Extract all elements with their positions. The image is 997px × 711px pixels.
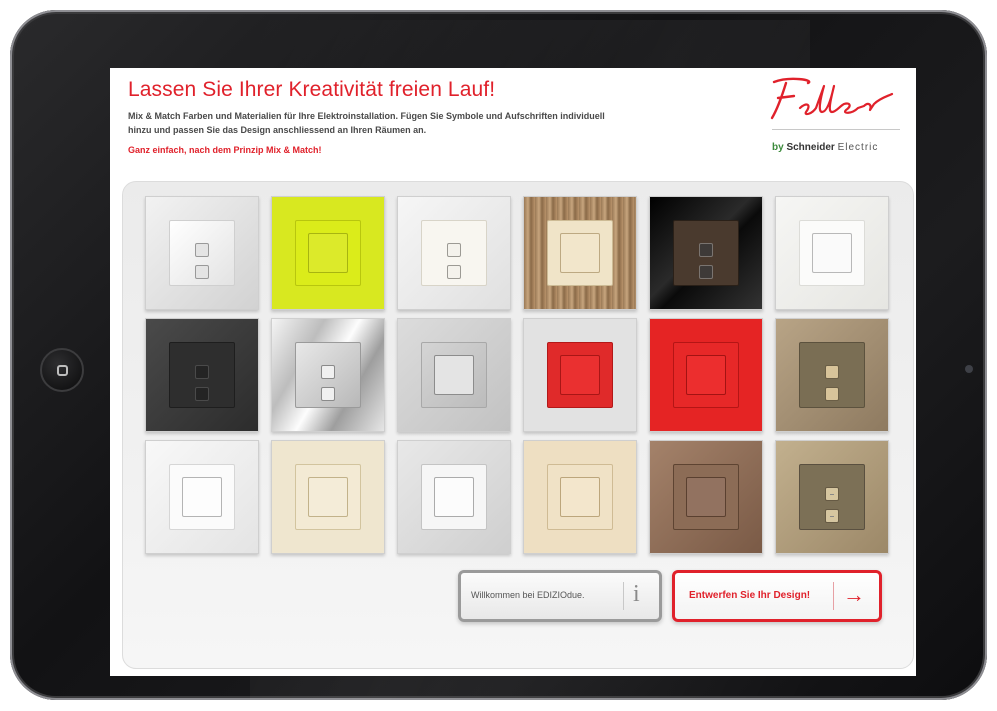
- switch-tile-1[interactable]: [145, 196, 259, 310]
- logo-by: by: [772, 142, 784, 153]
- switch-tile-3[interactable]: [397, 196, 511, 310]
- feller-wordmark-icon: [770, 77, 894, 120]
- switch-tile-13[interactable]: [145, 440, 259, 554]
- switch-tile-5[interactable]: [649, 196, 763, 310]
- switch-rocker: [434, 355, 474, 395]
- switch-button: [825, 509, 839, 523]
- switch-tile-6[interactable]: [775, 196, 889, 310]
- switch-button: [825, 365, 839, 379]
- switch-plate: [799, 464, 865, 530]
- feller-logo: by Schneider Electric: [760, 74, 900, 154]
- intro-line-2: hinzu und passen Sie das Design anschlie…: [128, 125, 427, 135]
- switch-plate: [799, 220, 865, 286]
- info-icon: i: [633, 581, 640, 607]
- switch-button: [321, 365, 335, 379]
- home-button-icon[interactable]: [40, 348, 84, 392]
- design-button[interactable]: Entwerfen Sie Ihr Design! →: [672, 570, 882, 622]
- page-headline: Lassen Sie Ihrer Kreativität freien Lauf…: [128, 78, 496, 101]
- switch-rocker: [686, 477, 726, 517]
- switch-plate: [547, 220, 613, 286]
- switch-button: [447, 243, 461, 257]
- switch-tile-7[interactable]: [145, 318, 259, 432]
- welcome-button-label: Willkommen bei EDIZIOdue.: [471, 590, 585, 600]
- switch-rocker: [182, 477, 222, 517]
- switch-plate: [673, 220, 739, 286]
- switch-plate: [673, 464, 739, 530]
- switch-button: [447, 265, 461, 279]
- switch-rocker: [560, 477, 600, 517]
- switch-rocker: [812, 233, 852, 273]
- switch-button: [195, 387, 209, 401]
- arrow-right-icon: →: [843, 582, 865, 607]
- switch-button: [699, 265, 713, 279]
- switch-tile-4[interactable]: [523, 196, 637, 310]
- logo-company-suffix: Electric: [837, 142, 879, 153]
- logo-divider: [772, 129, 900, 130]
- switch-plate: [547, 464, 613, 530]
- switch-tile-14[interactable]: [271, 440, 385, 554]
- switch-plate: [547, 342, 613, 408]
- intro-line-1: Mix & Match Farben und Materialien für I…: [128, 111, 605, 121]
- switch-plate: [295, 342, 361, 408]
- switch-tile-15[interactable]: [397, 440, 511, 554]
- logo-company: Schneider: [786, 142, 835, 153]
- switch-plate: [169, 342, 235, 408]
- design-button-label: Entwerfen Sie Ihr Design!: [689, 590, 811, 601]
- intro-text: Mix & Match Farben und Materialien für I…: [128, 109, 748, 137]
- switch-plate: [295, 220, 361, 286]
- symbol-mark: [830, 515, 834, 517]
- switch-button: [195, 365, 209, 379]
- switch-button: [825, 487, 839, 501]
- switch-plate: [673, 342, 739, 408]
- switch-tile-11[interactable]: [649, 318, 763, 432]
- switch-button: [195, 243, 209, 257]
- welcome-button-divider: [623, 582, 624, 610]
- switch-plate: [169, 220, 235, 286]
- logo-byline: by Schneider Electric: [772, 142, 878, 153]
- switch-tile-8[interactable]: [271, 318, 385, 432]
- home-square-icon: [57, 365, 68, 376]
- switch-button: [699, 243, 713, 257]
- switch-rocker: [434, 477, 474, 517]
- welcome-button[interactable]: Willkommen bei EDIZIOdue. i: [458, 570, 662, 622]
- switch-rocker: [308, 477, 348, 517]
- switch-tile-18[interactable]: [775, 440, 889, 554]
- design-button-divider: [833, 582, 834, 610]
- switch-button: [825, 387, 839, 401]
- switch-tile-2[interactable]: [271, 196, 385, 310]
- switch-button: [195, 265, 209, 279]
- switch-tile-16[interactable]: [523, 440, 637, 554]
- switch-tile-17[interactable]: [649, 440, 763, 554]
- front-camera: [965, 365, 973, 373]
- switch-rocker: [560, 233, 600, 273]
- switch-rocker: [560, 355, 600, 395]
- switch-plate: [421, 464, 487, 530]
- switch-tile-12[interactable]: [775, 318, 889, 432]
- slogan: Ganz einfach, nach dem Prinzip Mix & Mat…: [128, 145, 322, 155]
- switch-plate: [169, 464, 235, 530]
- switch-tile-9[interactable]: [397, 318, 511, 432]
- switch-plate: [295, 464, 361, 530]
- switch-rocker: [308, 233, 348, 273]
- switch-plate: [421, 220, 487, 286]
- switch-button: [321, 387, 335, 401]
- switch-rocker: [686, 355, 726, 395]
- symbol-mark: [830, 493, 834, 495]
- switch-plate: [799, 342, 865, 408]
- switch-plate: [421, 342, 487, 408]
- switch-tile-10[interactable]: [523, 318, 637, 432]
